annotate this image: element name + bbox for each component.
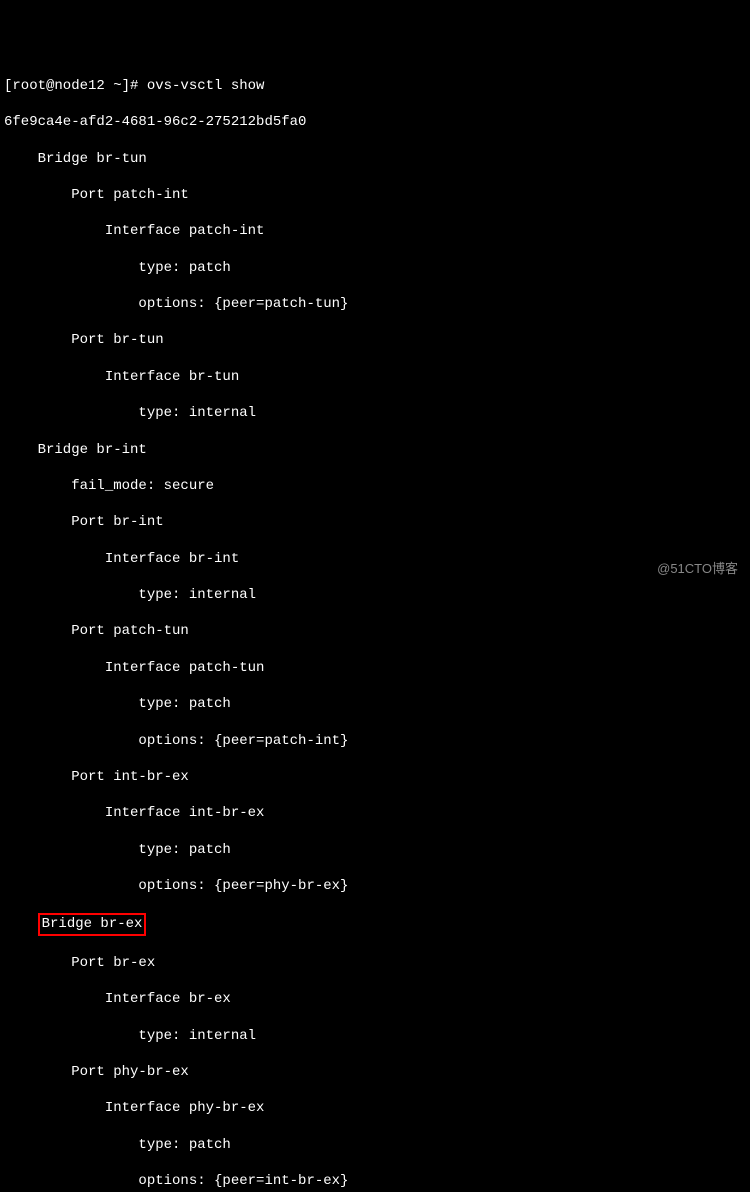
output-port-br-ex: Port br-ex xyxy=(4,954,746,972)
bridge-br-ex-indent xyxy=(4,916,38,932)
output-iface-br-int: Interface br-int xyxy=(4,550,746,568)
output-port-patch-tun: Port patch-tun xyxy=(4,622,746,640)
output-port-int-br-ex: Port int-br-ex xyxy=(4,768,746,786)
output-type-patch3: type: patch xyxy=(4,841,746,859)
output-bridge-br-int: Bridge br-int xyxy=(4,441,746,459)
output-options-int-br-ex: options: {peer=int-br-ex} xyxy=(4,1172,746,1190)
output-type-patch1: type: patch xyxy=(4,259,746,277)
output-type-internal2: type: internal xyxy=(4,586,746,604)
output-type-internal1: type: internal xyxy=(4,404,746,422)
output-type-patch2: type: patch xyxy=(4,695,746,713)
watermark: @51CTO博客 xyxy=(657,561,738,578)
output-bridge-br-ex-line: Bridge br-ex xyxy=(4,913,746,935)
output-port-phy-br-ex: Port phy-br-ex xyxy=(4,1063,746,1081)
prompt-line-1[interactable]: [root@node12 ~]# ovs-vsctl show xyxy=(4,77,746,95)
command-text: ovs-vsctl show xyxy=(147,78,265,94)
output-iface-br-tun: Interface br-tun xyxy=(4,368,746,386)
output-type-patch4: type: patch xyxy=(4,1136,746,1154)
output-uuid: 6fe9ca4e-afd2-4681-96c2-275212bd5fa0 xyxy=(4,113,746,131)
bridge-br-ex-highlight: Bridge br-ex xyxy=(38,913,147,935)
output-iface-patch-int: Interface patch-int xyxy=(4,222,746,240)
output-bridge-br-tun: Bridge br-tun xyxy=(4,150,746,168)
output-iface-phy-br-ex: Interface phy-br-ex xyxy=(4,1099,746,1117)
output-port-br-int: Port br-int xyxy=(4,513,746,531)
output-options-patch-tun: options: {peer=patch-tun} xyxy=(4,295,746,313)
output-port-patch-int: Port patch-int xyxy=(4,186,746,204)
output-port-br-tun: Port br-tun xyxy=(4,331,746,349)
output-iface-int-br-ex: Interface int-br-ex xyxy=(4,804,746,822)
output-fail-mode: fail_mode: secure xyxy=(4,477,746,495)
shell-prompt: [root@node12 ~]# xyxy=(4,78,147,94)
output-iface-patch-tun: Interface patch-tun xyxy=(4,659,746,677)
output-options-patch-int: options: {peer=patch-int} xyxy=(4,732,746,750)
output-iface-br-ex: Interface br-ex xyxy=(4,990,746,1008)
output-type-internal3: type: internal xyxy=(4,1027,746,1045)
output-options-phy-br-ex: options: {peer=phy-br-ex} xyxy=(4,877,746,895)
